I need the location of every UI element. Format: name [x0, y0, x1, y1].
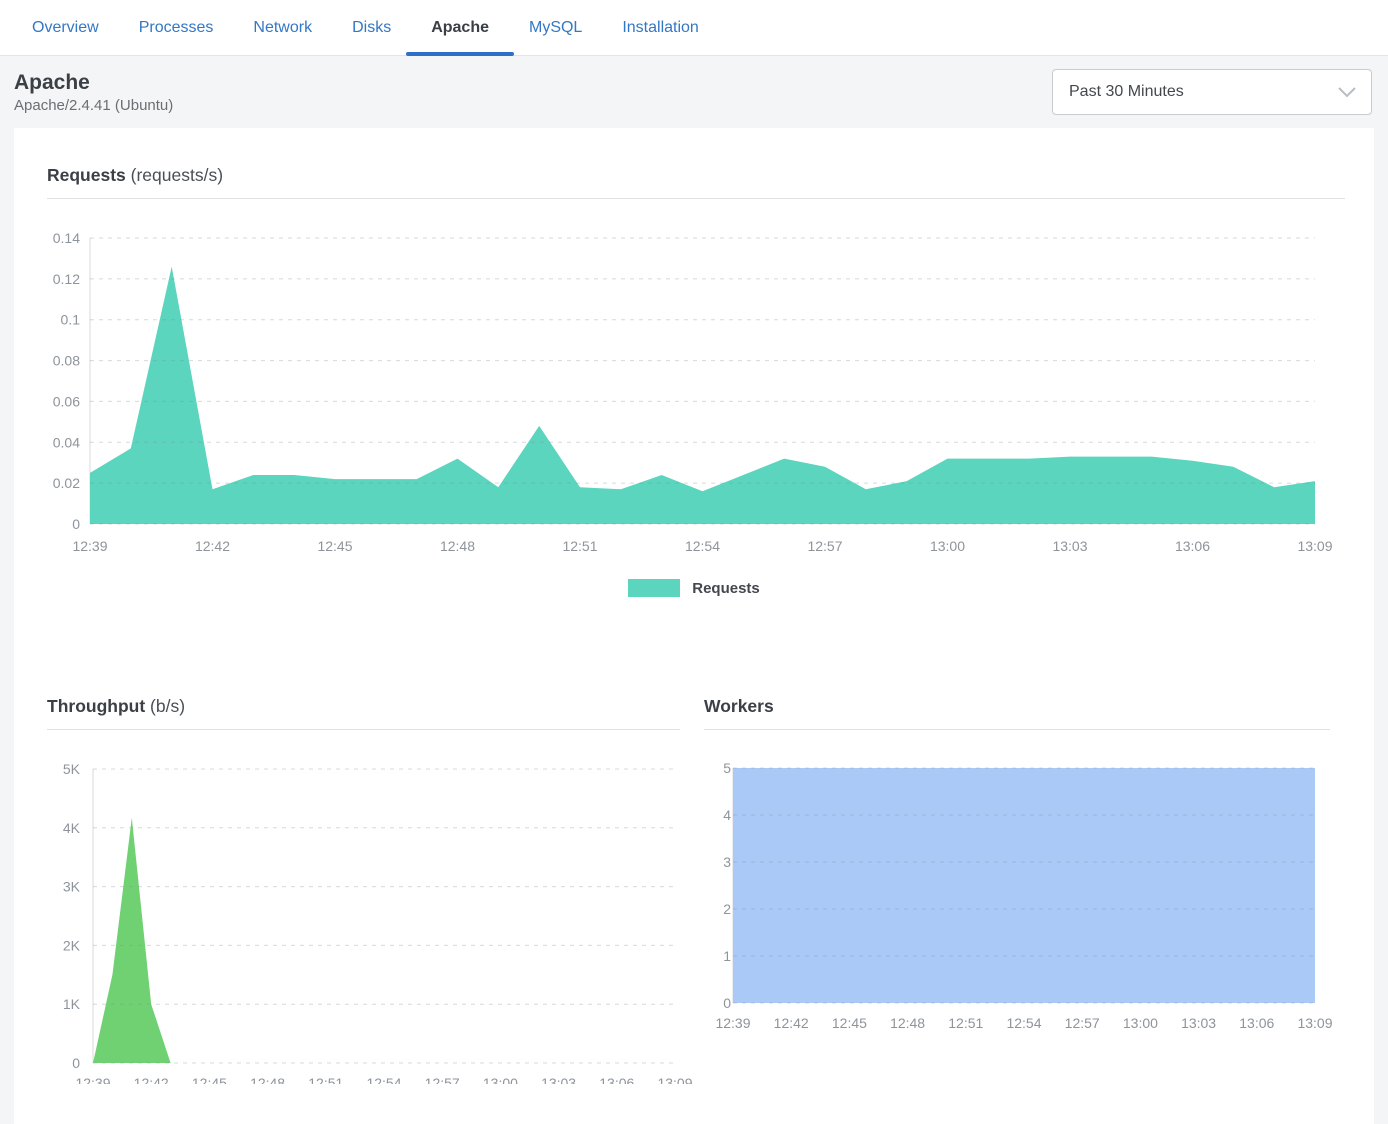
svg-text:13:09: 13:09	[1297, 538, 1332, 554]
tab-installation[interactable]: Installation	[602, 0, 719, 55]
svg-text:0.02: 0.02	[53, 475, 80, 491]
svg-text:0.06: 0.06	[53, 393, 80, 409]
svg-text:12:39: 12:39	[72, 538, 107, 554]
tab-overview[interactable]: Overview	[12, 0, 119, 55]
page-header: Apache Apache/2.4.41 (Ubuntu) Past 30 Mi…	[0, 56, 1388, 128]
svg-text:13:00: 13:00	[930, 538, 965, 554]
requests-section: Requests (requests/s) 0.14 0.12 0.1 0.08 0.0…	[14, 164, 1374, 597]
svg-text:12:45: 12:45	[192, 1075, 227, 1084]
workers-chart-title-text: Workers	[704, 696, 774, 716]
svg-text:1: 1	[723, 948, 731, 964]
svg-text:12:57: 12:57	[1065, 1015, 1100, 1031]
page-subtitle: Apache/2.4.41 (Ubuntu)	[14, 97, 173, 114]
svg-text:12:54: 12:54	[1006, 1015, 1041, 1031]
svg-text:12:54: 12:54	[366, 1075, 401, 1084]
svg-text:13:03: 13:03	[541, 1075, 576, 1084]
requests-chart-unit: (requests/s)	[131, 165, 223, 185]
svg-text:0: 0	[72, 516, 80, 532]
svg-text:12:45: 12:45	[317, 538, 352, 554]
requests-chart-title: Requests (requests/s)	[47, 164, 1374, 186]
svg-text:0: 0	[72, 1055, 80, 1071]
divider	[704, 729, 1330, 730]
svg-text:12:51: 12:51	[948, 1015, 983, 1031]
svg-text:12:42: 12:42	[134, 1075, 169, 1084]
throughput-chart-title: Throughput (b/s)	[47, 695, 680, 717]
svg-text:13:06: 13:06	[1239, 1015, 1274, 1031]
svg-text:12:57: 12:57	[807, 538, 842, 554]
svg-text:0.04: 0.04	[53, 434, 80, 450]
throughput-chart[interactable]: 5K 4K 3K 2K 1K 0 12:39 12:42 12:45 12:48 12:51 12:5…	[47, 754, 692, 1084]
svg-text:4: 4	[723, 807, 731, 823]
throughput-chart-title-text: Throughput	[47, 696, 145, 716]
tab-disks[interactable]: Disks	[332, 0, 411, 55]
svg-text:5K: 5K	[63, 761, 81, 777]
svg-text:4K: 4K	[63, 820, 81, 836]
throughput-section: Throughput (b/s) 5K 4K 3K 2K 1K 0 12:39 12:42 12…	[14, 695, 680, 1084]
svg-text:12:51: 12:51	[562, 538, 597, 554]
svg-text:3K: 3K	[63, 879, 81, 895]
svg-text:12:42: 12:42	[774, 1015, 809, 1031]
svg-text:12:51: 12:51	[308, 1075, 343, 1084]
svg-text:12:57: 12:57	[425, 1075, 460, 1084]
time-range-value: Past 30 Minutes	[1069, 83, 1184, 101]
legend-label-requests: Requests	[692, 580, 760, 597]
svg-text:0.1: 0.1	[61, 312, 81, 328]
workers-section: Workers 5 4 3 2 1 0 12:39 12:42 12:45 12:48 12:51 1…	[680, 695, 1374, 1084]
bottom-charts-row: Throughput (b/s) 5K4K3K2K1K012:3912:4212…	[14, 695, 1374, 1084]
svg-text:13:06: 13:06	[599, 1075, 634, 1084]
throughput-chart-unit: (b/s)	[150, 696, 185, 716]
svg-text:1K: 1K	[63, 996, 81, 1012]
tab-apache[interactable]: Apache	[411, 0, 509, 55]
requests-chart[interactable]: 0.14 0.12 0.1 0.08 0.06 0.04 0.02 0 12:39 12:42 12…	[47, 213, 1345, 565]
svg-text:12:39: 12:39	[75, 1075, 110, 1084]
tabbar: Overview Processes Network Disks Apache …	[0, 0, 1388, 56]
time-range-select[interactable]: Past 30 Minutes	[1052, 69, 1372, 115]
svg-text:0.14: 0.14	[53, 230, 80, 246]
workers-chart[interactable]: 5 4 3 2 1 0 12:39 12:42 12:45 12:48 12:51 12:54 12:5…	[704, 754, 1354, 1084]
svg-text:12:48: 12:48	[250, 1075, 285, 1084]
svg-text:2K: 2K	[63, 937, 81, 953]
svg-text:13:03: 13:03	[1052, 538, 1087, 554]
tab-network[interactable]: Network	[233, 0, 332, 55]
requests-legend[interactable]: Requests	[14, 579, 1374, 597]
svg-text:13:00: 13:00	[483, 1075, 518, 1084]
svg-text:12:39: 12:39	[715, 1015, 750, 1031]
tab-list: Overview Processes Network Disks Apache …	[0, 0, 1388, 55]
svg-text:13:03: 13:03	[1181, 1015, 1216, 1031]
page-title-block: Apache Apache/2.4.41 (Ubuntu)	[14, 70, 173, 114]
svg-text:13:09: 13:09	[1297, 1015, 1332, 1031]
divider	[47, 729, 680, 730]
svg-text:12:54: 12:54	[685, 538, 720, 554]
chevron-down-icon	[1337, 86, 1357, 98]
svg-text:13:06: 13:06	[1175, 538, 1210, 554]
svg-text:2: 2	[723, 901, 731, 917]
tab-mysql[interactable]: MySQL	[509, 0, 602, 55]
svg-text:12:42: 12:42	[195, 538, 230, 554]
requests-chart-title-text: Requests	[47, 165, 126, 185]
svg-text:0.12: 0.12	[53, 271, 80, 287]
tab-processes[interactable]: Processes	[119, 0, 234, 55]
workers-chart-title: Workers	[704, 695, 1374, 717]
legend-swatch-requests	[628, 579, 680, 597]
svg-text:12:45: 12:45	[832, 1015, 867, 1031]
svg-text:0.08: 0.08	[53, 353, 80, 369]
page-title: Apache	[14, 70, 173, 95]
svg-text:3: 3	[723, 854, 731, 870]
content-card: Requests (requests/s) 0.14 0.12 0.1 0.08 0.0…	[14, 128, 1374, 1124]
svg-text:12:48: 12:48	[890, 1015, 925, 1031]
svg-text:12:48: 12:48	[440, 538, 475, 554]
svg-text:13:00: 13:00	[1123, 1015, 1158, 1031]
svg-text:5: 5	[723, 760, 731, 776]
svg-text:0: 0	[723, 995, 731, 1011]
divider	[47, 198, 1345, 199]
